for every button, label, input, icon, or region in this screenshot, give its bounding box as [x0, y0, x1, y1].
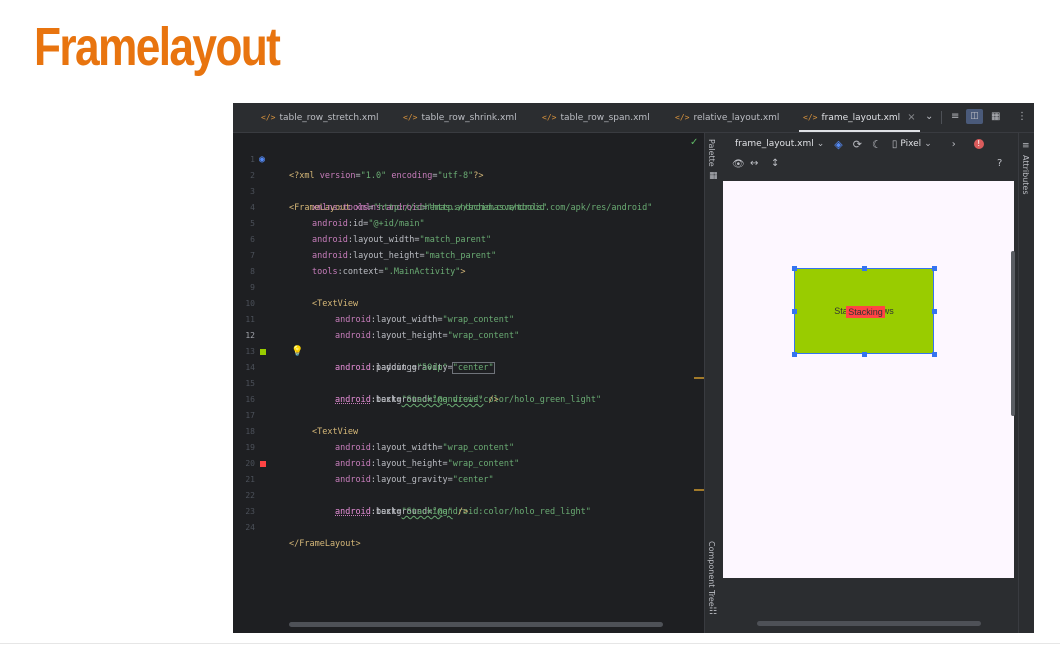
- code-line: 1 <?xml version="1.0" encoding="utf-8"?>: [233, 136, 704, 181]
- orientation-icon[interactable]: ⟳: [853, 138, 862, 151]
- error-icon[interactable]: !: [973, 139, 984, 149]
- left-tool-strip: ▦ Palette Component Tree ☷: [704, 133, 724, 633]
- code-line: 23: [233, 488, 704, 516]
- line-number: 24: [245, 523, 255, 532]
- attributes-icon: ≡: [1022, 141, 1030, 151]
- code-line: 15 android:text="Stacking views" />: [233, 360, 704, 405]
- more-options-icon[interactable]: ⋮: [1017, 110, 1027, 124]
- xml-file-icon: </>: [261, 113, 276, 122]
- code-line: 20 android:layout_gravity="center": [233, 440, 704, 485]
- slide-title: Framelayout: [34, 17, 281, 77]
- chevron-down-icon[interactable]: ⌄: [925, 110, 933, 124]
- code-line: 24 </FrameLayout>: [233, 504, 704, 549]
- design-toolbar-secondary: 👁 ↔ ↕ ?: [723, 155, 1018, 177]
- layout-file-selector[interactable]: frame_layout.xml: [735, 139, 814, 149]
- code-line-current: 12 💡 android:layout_gravity="center": [233, 312, 704, 374]
- color-swatch-red[interactable]: [260, 461, 266, 467]
- preview-red-text: Stacking: [848, 307, 883, 317]
- editor-tab-bar: </> table_row_stretch.xml </> table_row_sh…: [233, 103, 1034, 133]
- tab-label: table_row_span.xml: [560, 112, 650, 123]
- code-line: 21 android:background="@android:color/ho…: [233, 456, 704, 517]
- resize-vertical-icon[interactable]: ↕: [771, 158, 779, 169]
- tab-relative-layout[interactable]: </> relative_layout.xml: [675, 103, 779, 132]
- tab-label: table_row_stretch.xml: [279, 112, 379, 123]
- resize-horizontal-icon[interactable]: ↔: [750, 158, 758, 169]
- resize-handle[interactable]: [932, 352, 937, 357]
- vertical-scrollbar[interactable]: [1011, 251, 1015, 416]
- resize-handle[interactable]: [862, 266, 867, 271]
- warning-marker[interactable]: [694, 489, 704, 491]
- design-preview-pane: frame_layout.xml ⌄ ◈ ⟳ ☾ ▯ Pixel ⌄ › ! 👁…: [723, 133, 1018, 633]
- attributes-tab[interactable]: Attributes: [1021, 155, 1030, 195]
- resize-handle[interactable]: [792, 352, 797, 357]
- code-line: 2 ◉ <FrameLayout xmlns:android="http://s…: [233, 152, 704, 213]
- right-tool-strip: ≡ Attributes: [1018, 133, 1034, 633]
- chevron-down-icon: ⌄: [924, 139, 932, 149]
- design-toolbar: frame_layout.xml ⌄ ◈ ⟳ ☾ ▯ Pixel ⌄ › !: [723, 133, 1018, 155]
- preview-textview-red[interactable]: Stacking: [846, 306, 885, 318]
- eye-icon[interactable]: 👁: [732, 159, 745, 170]
- code-editor[interactable]: ✓ 1 <?xml version="1.0" encoding="utf-8"…: [233, 133, 704, 633]
- xml-file-icon: </>: [542, 113, 557, 122]
- code-line: 19 android:layout_height="wrap_content": [233, 424, 704, 469]
- tab-table-row-stretch[interactable]: </> table_row_stretch.xml: [261, 103, 379, 132]
- activity-link-icon[interactable]: ◉: [259, 152, 265, 168]
- code-line: 14 android:background="@android:color/ho…: [233, 344, 704, 405]
- device-selector[interactable]: Pixel: [900, 139, 921, 149]
- resize-handle[interactable]: [932, 266, 937, 271]
- tab-table-row-shrink[interactable]: </> table_row_shrink.xml: [403, 103, 517, 132]
- device-icon: ▯: [891, 138, 898, 150]
- code-view-icon[interactable]: ≡: [951, 110, 959, 124]
- night-mode-icon[interactable]: ☾: [872, 138, 882, 151]
- code-line: 6 android:layout_height="match_parent": [233, 216, 704, 261]
- help-icon[interactable]: ?: [997, 158, 1002, 169]
- code-line: 7 tools:context=".MainActivity">: [233, 232, 704, 277]
- code-line: 10 android:layout_width="wrap_content": [233, 280, 704, 325]
- design-view-icon[interactable]: ▦: [991, 110, 1000, 124]
- code-line: 13 android:padding="50dp": [233, 328, 704, 373]
- component-tree-icon: ☷: [709, 607, 718, 617]
- component-tree-tab[interactable]: Component Tree: [707, 541, 716, 607]
- code-line: 9 <TextView: [233, 264, 704, 309]
- code-line: 5 android:layout_width="match_parent": [233, 200, 704, 245]
- xml-file-icon: </>: [675, 113, 690, 122]
- xml-file-icon: </>: [803, 113, 818, 122]
- xml-file-icon: </>: [403, 113, 418, 122]
- code-line: 22 android:text="Stacking" />: [233, 472, 704, 517]
- tab-frame-layout[interactable]: </> frame_layout.xml ×: [799, 103, 920, 132]
- code-line: 18 android:layout_width="wrap_content": [233, 408, 704, 453]
- code-line: 16: [233, 376, 704, 404]
- resize-handle[interactable]: [792, 309, 797, 314]
- split-view-icon[interactable]: ◫: [966, 109, 983, 124]
- horizontal-scrollbar[interactable]: [757, 621, 981, 626]
- code-line: 3 xmlns:tools="http://schemas.android.co…: [233, 168, 704, 213]
- warning-marker[interactable]: [694, 377, 704, 379]
- design-surface-icon[interactable]: ◈: [834, 138, 842, 151]
- horizontal-scrollbar[interactable]: [289, 622, 663, 627]
- resize-handle[interactable]: [792, 266, 797, 271]
- code-line: 8: [233, 248, 704, 276]
- resize-handle[interactable]: [862, 352, 867, 357]
- preview-textview-green[interactable]: Stacking views Stacking: [794, 268, 934, 354]
- code-line: 11 android:layout_height="wrap_content": [233, 296, 704, 341]
- tab-label: table_row_shrink.xml: [421, 112, 517, 123]
- tab-label: relative_layout.xml: [693, 112, 780, 123]
- resize-handle[interactable]: [932, 309, 937, 314]
- toolbar-divider: [941, 111, 942, 124]
- code-line: 4 android:id="@+id/main": [233, 184, 704, 229]
- ide-window: </> table_row_stretch.xml </> table_row_sh…: [233, 103, 1034, 633]
- palette-tab[interactable]: Palette: [707, 139, 716, 167]
- bottom-divider: [0, 643, 1060, 644]
- palette-icon: ▦: [709, 171, 718, 181]
- close-tab-icon[interactable]: ×: [907, 112, 915, 123]
- chevron-down-icon: ⌄: [816, 139, 825, 149]
- tab-label: frame_layout.xml: [821, 112, 901, 123]
- device-preview-canvas[interactable]: Stacking views Stacking: [723, 181, 1014, 578]
- chevron-right-icon[interactable]: ›: [952, 139, 956, 150]
- color-swatch-green[interactable]: [260, 349, 266, 355]
- tab-table-row-span[interactable]: </> table_row_span.xml: [542, 103, 650, 132]
- code-line: 17 <TextView: [233, 392, 704, 437]
